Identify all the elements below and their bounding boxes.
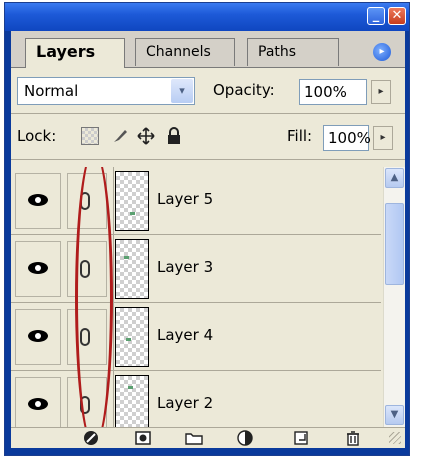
title-bar[interactable]: _ ✕ (5, 3, 409, 31)
eye-icon (28, 398, 48, 410)
layer-row[interactable]: Layer 5 (11, 167, 381, 235)
eye-icon (28, 330, 48, 342)
lock-label: Lock: (17, 127, 57, 145)
adjustment-layer-icon[interactable] (237, 430, 255, 446)
fill-field[interactable]: 100% (323, 125, 371, 151)
blend-opacity-row: Normal ▾ Opacity: 100% ▸ (11, 75, 405, 111)
visibility-toggle[interactable] (15, 377, 61, 427)
eye-icon (28, 194, 48, 206)
brush-lock-icon[interactable] (111, 127, 129, 145)
layers-palette-window: _ ✕ Layers Channels Paths ▸ Normal ▾ Opa… (4, 2, 410, 456)
trash-icon[interactable] (345, 430, 361, 446)
fill-label: Fill: (287, 127, 313, 145)
blend-mode-value: Normal (24, 82, 79, 100)
tab-strip: Layers Channels Paths ▸ (11, 31, 405, 68)
layer-mask-icon[interactable] (135, 430, 151, 446)
visibility-toggle[interactable] (15, 241, 61, 297)
layer-name[interactable]: Layer 5 (157, 190, 213, 208)
minimize-button[interactable]: _ (367, 7, 385, 25)
layer-thumbnail (115, 307, 149, 367)
layers-toolbar (11, 427, 405, 448)
new-layer-icon[interactable] (293, 430, 309, 446)
visibility-toggle[interactable] (15, 309, 61, 365)
opacity-label: Opacity: (213, 81, 275, 99)
chevron-down-icon[interactable]: ▾ (171, 79, 193, 103)
lock-fill-row: Lock: Fill: 100% ▸ (11, 119, 405, 155)
layer-thumbnail (115, 375, 149, 427)
scroll-down-button[interactable]: ▼ (385, 405, 404, 425)
panel-menu-button[interactable]: ▸ (373, 43, 391, 61)
new-group-icon[interactable] (185, 430, 203, 446)
layer-name[interactable]: Layer 2 (157, 394, 213, 412)
transparency-lock-icon[interactable] (81, 127, 99, 145)
layer-thumbnail (115, 239, 149, 299)
tab-paths[interactable]: Paths (247, 38, 339, 66)
layer-name[interactable]: Layer 3 (157, 258, 213, 276)
blend-mode-select[interactable]: Normal ▾ (17, 77, 195, 105)
layer-row[interactable]: Layer 2 (11, 371, 381, 427)
padlock-icon[interactable] (165, 127, 183, 145)
opacity-field[interactable]: 100% (299, 79, 367, 105)
tab-layers[interactable]: Layers (25, 38, 125, 68)
layers-panel: Layers Channels Paths ▸ Normal ▾ Opacity… (11, 31, 405, 448)
scroll-thumb[interactable] (385, 203, 404, 285)
move-lock-icon[interactable] (137, 127, 155, 145)
layers-list: Layer 5 Layer 3 Layer 4 Layer 2 ▲ ▼ (11, 167, 405, 427)
visibility-toggle[interactable] (15, 173, 61, 229)
layer-row[interactable]: Layer 4 (11, 303, 381, 371)
tab-channels[interactable]: Channels (135, 38, 235, 66)
layer-style-icon[interactable] (83, 430, 101, 446)
layer-row[interactable]: Layer 3 (11, 235, 381, 303)
vertical-scrollbar[interactable]: ▲ ▼ (383, 167, 405, 427)
annotation-oval (75, 167, 113, 427)
close-button[interactable]: ✕ (388, 7, 406, 25)
layer-name[interactable]: Layer 4 (157, 326, 213, 344)
fill-slider-button[interactable]: ▸ (373, 126, 393, 150)
eye-icon (28, 262, 48, 274)
resize-grip[interactable] (389, 432, 401, 444)
opacity-slider-button[interactable]: ▸ (371, 80, 391, 104)
divider (11, 113, 405, 114)
scroll-up-button[interactable]: ▲ (385, 168, 404, 188)
divider (11, 159, 405, 160)
layer-thumbnail (115, 171, 149, 231)
